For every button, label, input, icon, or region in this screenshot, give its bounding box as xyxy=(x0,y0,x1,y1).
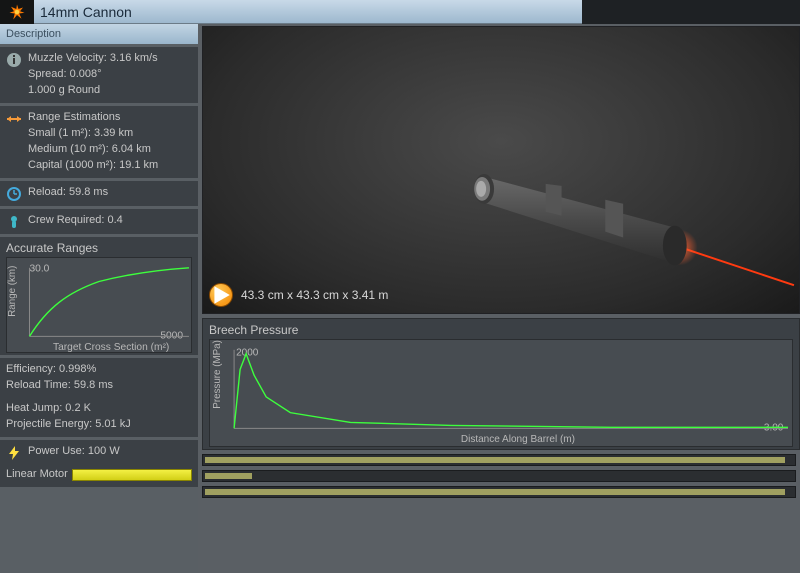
muzzle-velocity: Muzzle Velocity: 3.16 km/s xyxy=(28,51,192,67)
efficiency: Efficiency: 0.998% xyxy=(6,362,192,378)
crew-required: Crew Required: 0.4 xyxy=(28,213,192,229)
round: 1.000 g Round xyxy=(28,83,192,99)
efficiency-panel: Efficiency: 0.998% Reload Time: 59.8 ms … xyxy=(0,358,198,438)
x-axis-label: Distance Along Barrel (m) xyxy=(461,434,575,445)
stat-range: Range Estimations Small (1 m²): 3.39 km … xyxy=(0,106,198,178)
breech-pressure-chart: 2000 3.00 Pressure (MPa) Distance Along … xyxy=(209,339,793,447)
track-3[interactable] xyxy=(202,486,796,498)
range-medium: Medium (10 m²): 6.04 km xyxy=(28,142,192,158)
spread: Spread: 0.008° xyxy=(28,67,192,83)
tab-description[interactable]: Description xyxy=(0,24,198,44)
accurate-ranges-panel: Accurate Ranges 30.0 5000 Range (km) Tar… xyxy=(0,237,198,355)
timeline-tracks xyxy=(202,454,800,502)
linear-motor-bar xyxy=(72,469,192,481)
bolt-icon xyxy=(6,445,22,461)
power-use: Power Use: 100 W xyxy=(28,444,192,460)
linear-motor-label: Linear Motor xyxy=(6,467,68,483)
reload-time-2: Reload Time: 59.8 ms xyxy=(6,378,192,394)
stat-reload: Reload: 59.8 ms xyxy=(0,181,198,206)
range-capital: Capital (1000 m²): 19.1 km xyxy=(28,158,192,174)
stat-crew: Crew Required: 0.4 xyxy=(0,209,198,234)
y-axis-label: Pressure (MPa) xyxy=(212,340,223,409)
y-max: 30.0 xyxy=(29,263,49,274)
range-icon xyxy=(6,111,22,127)
breech-pressure-panel: Breech Pressure 2000 3.00 Pressure (MPa)… xyxy=(202,318,800,450)
page-title[interactable]: 14mm Cannon xyxy=(34,0,582,24)
track-2[interactable] xyxy=(202,470,796,482)
crew-icon xyxy=(6,214,22,230)
clock-icon xyxy=(6,186,22,202)
stat-velocity: Muzzle Velocity: 3.16 km/s Spread: 0.008… xyxy=(0,47,198,103)
x-axis-label: Target Cross Section (m²) xyxy=(53,342,169,352)
info-icon xyxy=(6,52,22,68)
y-axis-label: Range (km) xyxy=(7,265,18,316)
power-panel: Power Use: 100 W Linear Motor xyxy=(0,440,198,487)
breech-pressure-title: Breech Pressure xyxy=(209,323,793,337)
play-button[interactable] xyxy=(209,283,233,307)
model-dimensions: 43.3 cm x 43.3 cm x 3.41 m xyxy=(241,288,388,302)
range-small: Small (1 m²): 3.39 km xyxy=(28,126,192,142)
reload-time: Reload: 59.8 ms xyxy=(28,185,192,201)
projectile-energy: Projectile Energy: 5.01 kJ xyxy=(6,417,192,433)
viewport-3d[interactable]: 43.3 cm x 43.3 cm x 3.41 m xyxy=(202,26,800,314)
track-1[interactable] xyxy=(202,454,796,466)
heat-jump: Heat Jump: 0.2 K xyxy=(6,401,192,417)
accurate-ranges-title: Accurate Ranges xyxy=(6,241,192,255)
range-header: Range Estimations xyxy=(28,110,192,126)
explosion-icon xyxy=(0,0,34,24)
title-bar: 14mm Cannon xyxy=(0,0,800,24)
accurate-ranges-chart: 30.0 5000 Range (km) Target Cross Sectio… xyxy=(6,257,192,353)
sidebar: Description Muzzle Velocity: 3.16 km/s S… xyxy=(0,24,198,573)
